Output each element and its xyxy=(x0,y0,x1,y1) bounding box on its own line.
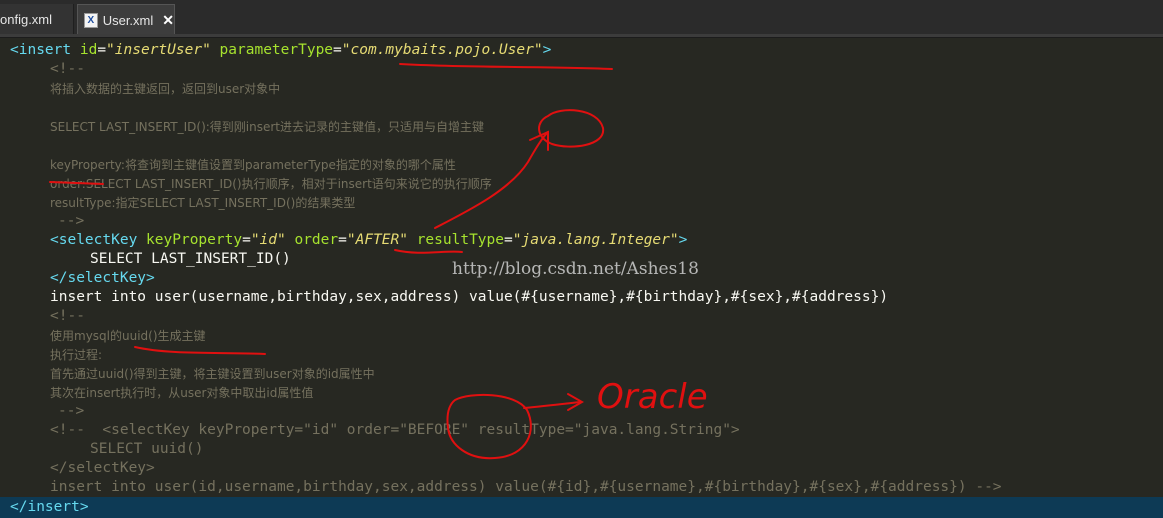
code-line-3: 将插入数据的主键返回，返回到user对象中 xyxy=(50,82,281,96)
code-line-8: order:SELECT LAST_INSERT_ID()执行顺序，相对于ins… xyxy=(50,177,492,191)
blog-watermark: http://blog.csdn.net/Ashes18 xyxy=(452,259,699,279)
code-line-23: </selectKey> xyxy=(50,460,155,476)
code-line-21: <!-- <selectKey keyProperty="id" order="… xyxy=(50,422,740,438)
xml-file-icon: X xyxy=(84,12,98,28)
tab-label: User.xml xyxy=(102,12,154,28)
code-line-2: <!-- xyxy=(50,61,85,77)
tab-config-xml[interactable]: onfig.xml xyxy=(0,4,74,34)
code-line-11: <selectKey keyProperty="id" order="AFTER… xyxy=(50,232,688,248)
code-line-18: 首先通过uuid()得到主键，将主键设置到user对象的id属性中 xyxy=(50,367,375,381)
editor-tab-bar: onfig.xml X User.xml ✕ xyxy=(0,0,1163,38)
code-line-9: resultType:指定SELECT LAST_INSERT_ID()的结果类… xyxy=(50,196,356,210)
code-line-1: <insert id="insertUser" parameterType="c… xyxy=(10,42,552,58)
code-line-15: <!-- xyxy=(50,308,85,324)
code-line-12: SELECT LAST_INSERT_ID() xyxy=(90,251,291,267)
tab-label: onfig.xml xyxy=(0,11,53,27)
code-editor[interactable]: <insert id="insertUser" parameterType="c… xyxy=(0,37,1163,518)
close-icon[interactable]: ✕ xyxy=(162,12,174,29)
code-line-13: </selectKey> xyxy=(50,270,155,286)
code-line-17: 执行过程: xyxy=(50,348,103,362)
code-line-7: keyProperty:将查询到主键值设置到parameterType指定的对象… xyxy=(50,158,456,172)
tab-user-xml[interactable]: X User.xml ✕ xyxy=(77,4,175,35)
current-line-highlight xyxy=(0,497,1163,518)
code-line-10: --> xyxy=(58,213,85,229)
code-line-22: SELECT uuid() xyxy=(90,441,204,457)
code-line-25: </insert> xyxy=(10,499,89,515)
code-line-24: insert into user(id,username,birthday,se… xyxy=(50,479,1002,495)
code-line-5: SELECT LAST_INSERT_ID():得到刚insert进去记录的主键… xyxy=(50,120,485,134)
code-line-19: 其次在insert执行时，从user对象中取出id属性值 xyxy=(50,386,314,400)
code-line-16: 使用mysql的uuid()生成主键 xyxy=(50,329,206,343)
code-line-14: insert into user(username,birthday,sex,a… xyxy=(50,289,889,305)
code-line-20: --> xyxy=(58,403,85,419)
